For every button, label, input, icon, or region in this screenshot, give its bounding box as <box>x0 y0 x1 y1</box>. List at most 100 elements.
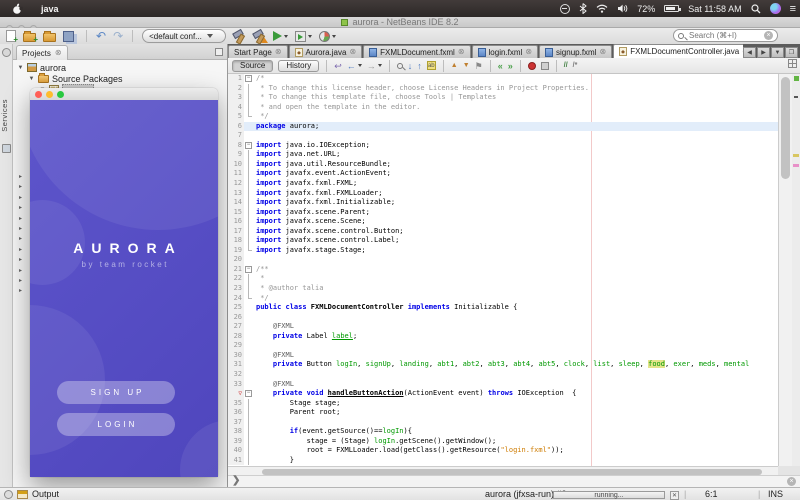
bookmark-mark[interactable] <box>793 164 799 167</box>
warning-mark[interactable] <box>793 154 799 157</box>
menubar-clock[interactable]: Sat 11:58 AM <box>688 4 741 14</box>
fold-gutter[interactable]: − <box>244 74 254 84</box>
horizontal-scrollbar[interactable] <box>228 466 778 475</box>
tab-close-icon[interactable]: ⊗ <box>275 48 282 56</box>
toggle-bookmark-icon[interactable]: ⚑ <box>475 61 483 71</box>
tab-fxmldocument-fxml[interactable]: FXMLDocument.fxml ⊗ <box>363 45 471 58</box>
line-number-gutter[interactable]: 5 <box>228 112 244 122</box>
collapsed-node-arrow-icon[interactable]: ▸ <box>19 256 22 263</box>
tab-signup-fxml[interactable]: signup.fxml ⊗ <box>539 45 613 58</box>
shift-right-icon[interactable]: » <box>508 61 513 71</box>
last-edit-position-icon[interactable]: ↩ <box>334 61 342 71</box>
siri-icon[interactable] <box>769 3 781 14</box>
line-number-gutter[interactable]: 11 <box>228 169 244 180</box>
tab-start-page[interactable]: Start Page ⊗ <box>228 45 288 58</box>
strip-close-icon[interactable]: × <box>787 477 796 486</box>
stop-macro-icon[interactable] <box>540 61 549 70</box>
expand-arrow-icon[interactable]: ▼ <box>28 76 35 82</box>
expand-arrow-icon[interactable]: ▼ <box>17 65 24 71</box>
line-number-gutter[interactable]: 20 <box>228 255 244 265</box>
line-number-gutter[interactable]: 26 <box>228 312 244 323</box>
line-number-gutter[interactable]: 14 <box>228 198 244 208</box>
clean-build-button[interactable] <box>253 29 269 43</box>
collapsed-panel-icon[interactable] <box>2 48 11 57</box>
output-group-icon[interactable] <box>4 489 13 499</box>
next-bookmark-icon[interactable]: ▼ <box>463 61 470 71</box>
code-editor[interactable]: 1−/* 2 * To change this license header, c… <box>228 74 778 466</box>
expand-chevron-icon[interactable]: ❯ <box>232 475 240 486</box>
line-number-gutter[interactable]: 25 <box>228 303 244 313</box>
undo-button[interactable]: ↶ <box>96 29 106 43</box>
line-number-gutter[interactable]: 27 <box>228 322 244 332</box>
collapsed-node-arrow-icon[interactable]: ▸ <box>19 235 22 242</box>
line-number-gutter[interactable]: 30 <box>228 350 244 361</box>
line-number-gutter[interactable]: 41 <box>228 455 244 466</box>
preview-zoom-button[interactable] <box>57 91 64 98</box>
services-tab[interactable]: Services <box>0 99 13 132</box>
open-project-button[interactable] <box>43 29 56 43</box>
caret-mark[interactable] <box>794 96 798 98</box>
line-number-gutter[interactable]: 2 <box>228 83 244 94</box>
line-number-gutter[interactable]: 38 <box>228 427 244 437</box>
new-file-button[interactable]: + <box>6 29 18 44</box>
line-number-gutter[interactable]: 12 <box>228 179 244 189</box>
redo-button[interactable]: ↷ <box>113 29 123 43</box>
shift-left-icon[interactable]: « <box>498 61 503 71</box>
source-view-button[interactable]: Source <box>232 59 274 72</box>
line-number-gutter[interactable]: 19 <box>228 245 244 256</box>
find-selection-icon[interactable] <box>396 62 403 69</box>
line-number-gutter[interactable]: 29 <box>228 341 244 351</box>
line-number-gutter[interactable]: 6 <box>228 121 244 132</box>
collapsed-node-arrow-icon[interactable]: ▸ <box>19 277 22 284</box>
line-number-gutter[interactable]: 1 <box>228 74 244 84</box>
stop-task-button[interactable]: ✕ <box>670 490 679 500</box>
tab-list-button[interactable]: ▼ <box>771 47 784 58</box>
line-number-gutter[interactable]: 36 <box>228 408 244 418</box>
build-project-button[interactable] <box>233 29 246 43</box>
line-number-gutter[interactable]: 9 <box>228 150 244 160</box>
tab-close-icon[interactable]: ⊗ <box>349 48 356 56</box>
save-all-button[interactable] <box>63 29 77 43</box>
output-button[interactable]: Output <box>32 489 59 499</box>
fold-gutter[interactable]: − <box>244 389 254 399</box>
collapsed-node-arrow-icon[interactable]: ▸ <box>19 183 22 190</box>
line-number-gutter[interactable]: 18 <box>228 236 244 246</box>
services-window-icon[interactable] <box>2 144 11 153</box>
maximize-editor-button[interactable]: ❐ <box>785 47 798 58</box>
profile-project-button[interactable] <box>319 29 337 43</box>
tab-close-icon[interactable]: ⊗ <box>525 48 532 56</box>
back-icon[interactable]: ← <box>347 61 362 71</box>
collapsed-node-arrow-icon[interactable]: ▸ <box>19 215 22 222</box>
login-button[interactable]: LOGIN <box>57 413 175 436</box>
collapsed-node-arrow-icon[interactable]: ▸ <box>19 246 22 253</box>
apple-icon[interactable] <box>12 3 23 15</box>
line-number-gutter[interactable]: 4 <box>228 102 244 113</box>
toggle-highlight-icon[interactable]: ab <box>426 61 436 70</box>
quick-search[interactable]: × <box>673 29 778 42</box>
history-view-button[interactable]: History <box>278 59 320 72</box>
line-number-gutter[interactable]: 16 <box>228 217 244 227</box>
line-number-gutter[interactable]: 7 <box>228 131 244 141</box>
preview-minimize-button[interactable] <box>46 91 53 98</box>
warning-annotation-icon[interactable]: ▽ <box>238 390 242 397</box>
line-number-gutter[interactable]: 24 <box>228 293 244 304</box>
line-number-gutter[interactable]: 40 <box>228 446 244 456</box>
line-number-gutter[interactable]: 3 <box>228 93 244 103</box>
line-number-gutter[interactable]: 37 <box>228 417 244 428</box>
line-number-gutter[interactable]: 13 <box>228 188 244 199</box>
tab-aurora-java[interactable]: Aurora.java ⊗ <box>288 45 363 58</box>
line-number-gutter[interactable]: 32 <box>228 369 244 380</box>
previous-bookmark-icon[interactable]: ▲ <box>451 61 458 71</box>
fold-toggle-icon[interactable]: − <box>245 390 252 398</box>
find-previous-occurrence-icon[interactable]: ↑ <box>417 61 422 71</box>
active-app-name[interactable]: java <box>41 4 59 14</box>
tree-item-aurora[interactable]: ▼ aurora <box>13 62 227 73</box>
tab-login-fxml[interactable]: login.fxml ⊗ <box>471 45 539 58</box>
line-number-gutter[interactable]: 17 <box>228 226 244 237</box>
line-number-gutter[interactable]: 8 <box>228 140 244 151</box>
line-number-gutter[interactable]: ▽ <box>228 389 244 399</box>
collapsed-node-arrow-icon[interactable]: ▸ <box>19 225 22 232</box>
run-project-button[interactable] <box>273 29 289 43</box>
vertical-scrollbar[interactable] <box>778 74 792 466</box>
collapsed-node-arrow-icon[interactable]: ▸ <box>19 173 22 180</box>
